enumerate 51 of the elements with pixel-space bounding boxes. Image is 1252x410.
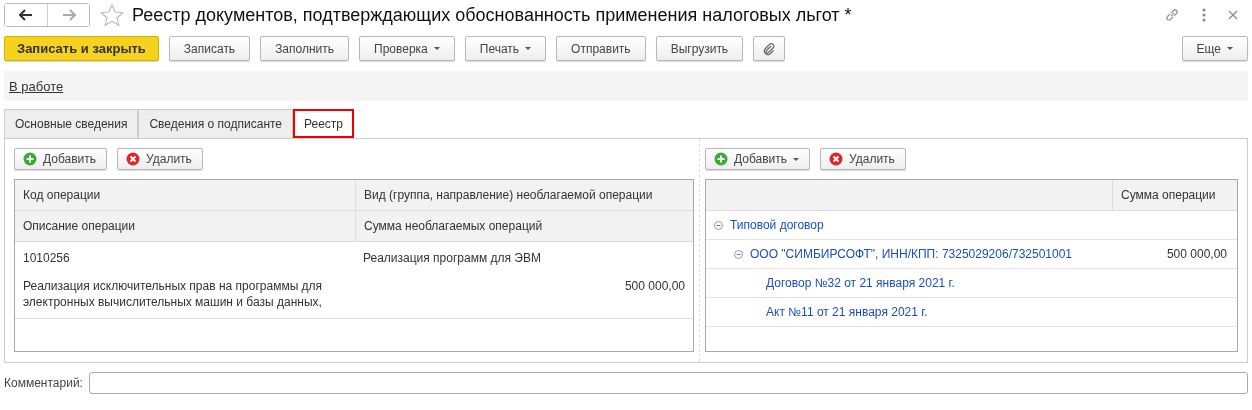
add-button[interactable]: Добавить — [705, 148, 811, 170]
paperclip-icon — [762, 41, 777, 56]
column-header: Описание операции — [22, 218, 137, 235]
column-header: Код операции — [22, 187, 102, 204]
column-header: Сумма необлагаемых операций — [355, 211, 693, 241]
more-button[interactable]: Еще — [1181, 36, 1248, 61]
toolbar-button[interactable]: Выгрузить — [655, 36, 744, 61]
tab[interactable]: Реестр — [293, 109, 355, 138]
back-arrow-icon — [19, 9, 33, 21]
toolbar-button[interactable]: Записать — [168, 36, 251, 61]
comment-label: Комментарий: — [4, 376, 83, 390]
tree-item[interactable]: Акт №11 от 21 января 2021 г. — [766, 305, 928, 319]
column-header: Сумма операции — [1112, 180, 1237, 210]
link-icon[interactable] — [1164, 7, 1180, 23]
delete-icon — [829, 152, 844, 166]
table-cell-text: 1010256 — [22, 250, 71, 267]
add-button[interactable]: Добавить — [14, 148, 108, 170]
caret-icon — [433, 47, 440, 50]
table-cell-text: Реализация исключительных прав на программы для электронных вычислительных машин и базы данных, — [22, 278, 324, 311]
more-vertical-icon[interactable] — [1202, 8, 1206, 22]
column-header: Вид (группа, направление) необлагаемой операции — [355, 180, 693, 210]
caret-icon — [525, 47, 532, 50]
plus-icon — [714, 152, 728, 166]
dropdown-button[interactable]: Печать — [464, 36, 547, 61]
toolbar-button[interactable]: Заполнить — [260, 36, 350, 61]
close-icon[interactable] — [1228, 10, 1238, 20]
attach-button[interactable] — [753, 36, 786, 61]
delete-icon — [126, 152, 141, 166]
forward-arrow-icon — [61, 9, 76, 21]
table-cell-text: Реализация программ для ЭВМ — [362, 250, 542, 267]
plus-icon — [23, 152, 37, 166]
collapse-icon[interactable] — [734, 249, 743, 259]
delete-button[interactable]: Удалить — [820, 148, 906, 170]
tab[interactable]: Сведения о подписанте — [138, 109, 294, 138]
status-link[interactable]: В работе — [9, 78, 64, 94]
table-cell: 500 000,00 — [1166, 247, 1227, 261]
dropdown-button[interactable]: Проверка — [359, 36, 455, 61]
star-icon[interactable] — [100, 3, 124, 27]
comment-field[interactable] — [88, 372, 1248, 394]
tree-item[interactable]: ООО "СИМБИРСОФТ", ИНН/КПП: 7325029206/732501001 — [750, 247, 1073, 261]
window-title: Реестр документов, подтверждающих обоснованность применения налоговых льгот * — [132, 4, 852, 26]
toolbar-button[interactable]: Отправить — [556, 36, 646, 61]
tree-item[interactable]: Типовой договор — [730, 218, 824, 232]
delete-button[interactable]: Удалить — [117, 148, 203, 170]
collapse-icon[interactable] — [714, 220, 723, 230]
save-and-close-button[interactable]: Записать и закрыть — [4, 36, 159, 61]
tab[interactable]: Основные сведения — [4, 109, 139, 138]
table-cell-text: 500 000,00 — [623, 278, 686, 295]
tree-item[interactable]: Договор №32 от 21 января 2021 г. — [766, 276, 955, 290]
caret-icon — [1227, 47, 1233, 50]
caret-icon — [793, 157, 800, 161]
